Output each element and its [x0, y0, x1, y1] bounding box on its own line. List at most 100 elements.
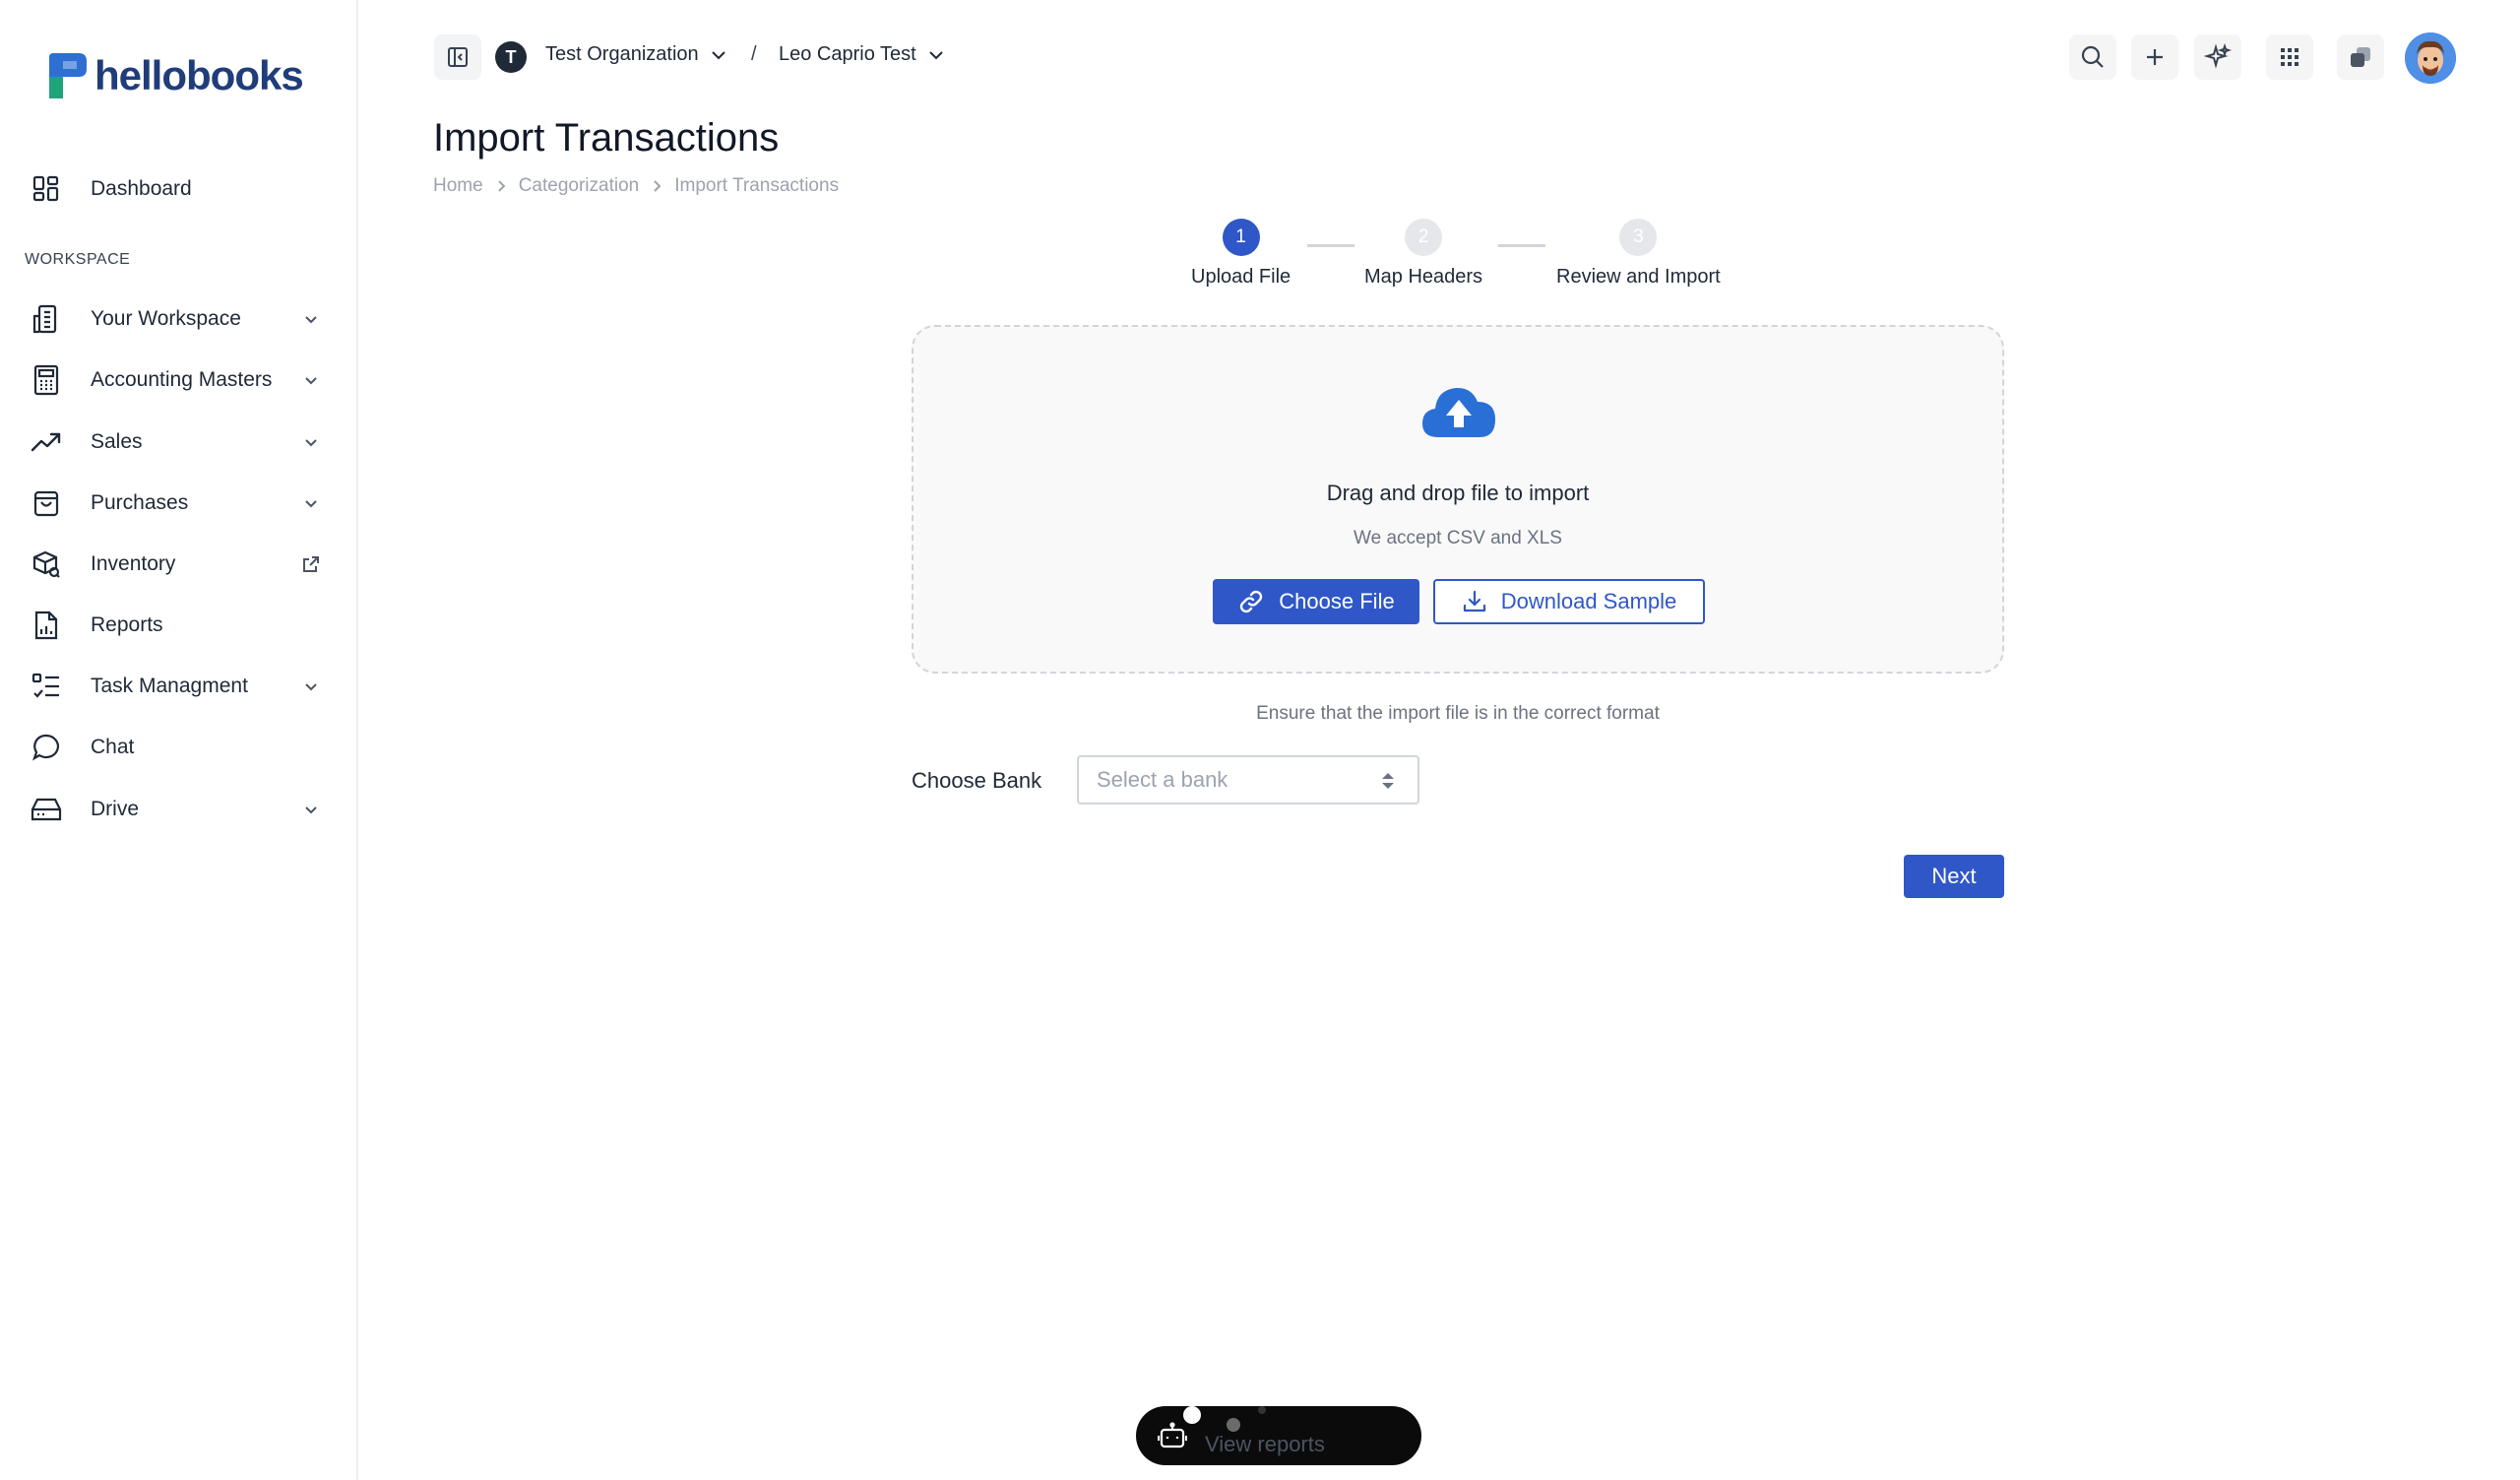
link-icon [1240, 590, 1263, 613]
step-label: Review and Import [1556, 266, 1721, 288]
choose-file-button[interactable]: Choose File [1213, 579, 1419, 624]
switch-app-button[interactable] [2337, 34, 2384, 80]
download-sample-label: Download Sample [1500, 589, 1677, 613]
step-number: 1 [1222, 219, 1260, 256]
hellobooks-logo[interactable]: hellobooks [43, 51, 304, 100]
external-link-icon [303, 556, 319, 572]
sidebar-item-label: Inventory [91, 552, 176, 575]
user-avatar-icon [2405, 32, 2456, 84]
chevron-down-icon [305, 377, 317, 385]
sidebar-item-reports[interactable]: Reports [30, 600, 325, 651]
report-document-icon [30, 609, 63, 642]
apps-button[interactable] [2266, 34, 2313, 80]
step-label: Upload File [1191, 266, 1292, 288]
user-avatar[interactable] [2405, 32, 2456, 84]
loading-dot [1227, 1418, 1240, 1432]
hard-drive-icon [30, 793, 63, 826]
chevron-down-icon [305, 806, 317, 814]
chevron-down-icon [929, 50, 943, 59]
sidebar-item-label: Dashboard [91, 177, 192, 200]
sidebar-item-your-workspace[interactable]: Your Workspace [30, 293, 325, 345]
sidebar-item-label: Sales [91, 430, 143, 453]
chevron-down-icon [305, 500, 317, 508]
hellobooks-logo-mark-icon [49, 53, 87, 98]
robot-icon [1158, 1422, 1187, 1448]
chat-bubble-icon [30, 731, 63, 764]
page-title: Import Transactions [433, 116, 780, 160]
sidebar-item-sales[interactable]: Sales [30, 417, 325, 468]
dashboard-grid-icon [30, 172, 63, 206]
add-button[interactable] [2131, 34, 2178, 80]
ai-assistant-button[interactable] [2194, 34, 2241, 80]
sidebar-item-drive[interactable]: Drive [30, 784, 325, 835]
org-avatar: T [495, 41, 527, 73]
chevron-down-icon [305, 316, 317, 324]
sidebar-item-chat[interactable]: Chat [30, 722, 325, 773]
package-icon [30, 547, 63, 581]
plus-icon [2147, 49, 2163, 65]
chevron-right-icon [497, 180, 506, 192]
step-review-and-import: 3 Review and Import [1556, 219, 1721, 289]
step-connector [1307, 244, 1354, 247]
sort-updown-icon [1382, 773, 1394, 789]
view-reports-label: View reports [1205, 1432, 1325, 1456]
sidebar-item-label: Purchases [91, 491, 189, 514]
breadcrumb-home[interactable]: Home [433, 175, 483, 197]
view-reports-widget[interactable]: View reports [1136, 1406, 1421, 1465]
loading-dot [1183, 1406, 1201, 1424]
org-name: Test Organization [545, 43, 699, 65]
loading-dot [1258, 1406, 1266, 1414]
sidebar-item-label: Accounting Masters [91, 368, 273, 391]
chevron-down-icon [305, 683, 317, 691]
file-dropzone[interactable]: Drag and drop file to import We accept C… [912, 325, 2004, 674]
client-switcher[interactable]: Leo Caprio Test [779, 43, 946, 66]
choose-bank-label: Choose Bank [912, 768, 1042, 793]
bank-select-placeholder: Select a bank [1097, 767, 1228, 792]
sidebar-item-accounting-masters[interactable]: Accounting Masters [30, 354, 325, 406]
task-list-icon [30, 670, 63, 703]
breadcrumb-current: Import Transactions [674, 175, 840, 196]
sparkles-icon [2204, 43, 2232, 69]
breadcrumb: Home Categorization Import Transactions [433, 175, 839, 197]
calculator-icon [30, 363, 63, 397]
format-note: Ensure that the import file is in the co… [1256, 703, 1660, 724]
breadcrumb-categorization[interactable]: Categorization [519, 175, 640, 197]
dropzone-title: Drag and drop file to import [1326, 481, 1590, 505]
step-number: 2 [1405, 219, 1443, 256]
sidebar-item-label: Reports [91, 613, 163, 636]
dropzone-subtitle: We accept CSV and XLS [1354, 528, 1562, 548]
org-switcher[interactable]: Test Organization [545, 43, 728, 66]
org-client-separator: / [751, 43, 757, 65]
next-button[interactable]: Next [1904, 855, 2004, 898]
search-icon [2081, 45, 2104, 68]
sidebar-item-label: Task Managment [91, 675, 248, 697]
step-number: 3 [1619, 219, 1658, 256]
trending-up-icon [30, 425, 63, 459]
step-label: Map Headers [1364, 266, 1483, 288]
step-connector [1498, 244, 1545, 247]
download-icon [1463, 590, 1485, 612]
sidebar-item-label: Chat [91, 736, 135, 758]
step-upload-file: 1 Upload File [1191, 219, 1291, 289]
sidebar: hellobooks Dashboard WORKSPACE Your Work… [0, 0, 358, 1480]
sidebar-item-label: Drive [91, 798, 140, 820]
chevron-down-icon [305, 439, 317, 447]
bank-select[interactable]: Select a bank [1077, 755, 1419, 804]
sidebar-collapse-icon [448, 47, 468, 67]
sidebar-item-purchases[interactable]: Purchases [30, 478, 325, 529]
workspace-section-label: WORKSPACE [25, 251, 131, 268]
brand-name: hellobooks [94, 52, 304, 98]
sidebar-item-dashboard[interactable]: Dashboard [30, 163, 325, 215]
sidebar-item-task-managment[interactable]: Task Managment [30, 661, 325, 712]
step-map-headers: 2 Map Headers [1364, 219, 1482, 289]
download-sample-button[interactable]: Download Sample [1433, 579, 1705, 624]
client-name: Leo Caprio Test [779, 43, 916, 65]
search-button[interactable] [2069, 34, 2116, 80]
shopping-bag-icon [30, 486, 63, 520]
apps-grid-icon [2281, 48, 2299, 66]
choose-file-label: Choose File [1279, 589, 1395, 613]
sidebar-toggle-button[interactable] [434, 34, 481, 80]
sidebar-item-label: Your Workspace [91, 307, 241, 330]
sidebar-item-inventory[interactable]: Inventory [30, 539, 325, 590]
cloud-upload-icon [1422, 387, 1495, 437]
